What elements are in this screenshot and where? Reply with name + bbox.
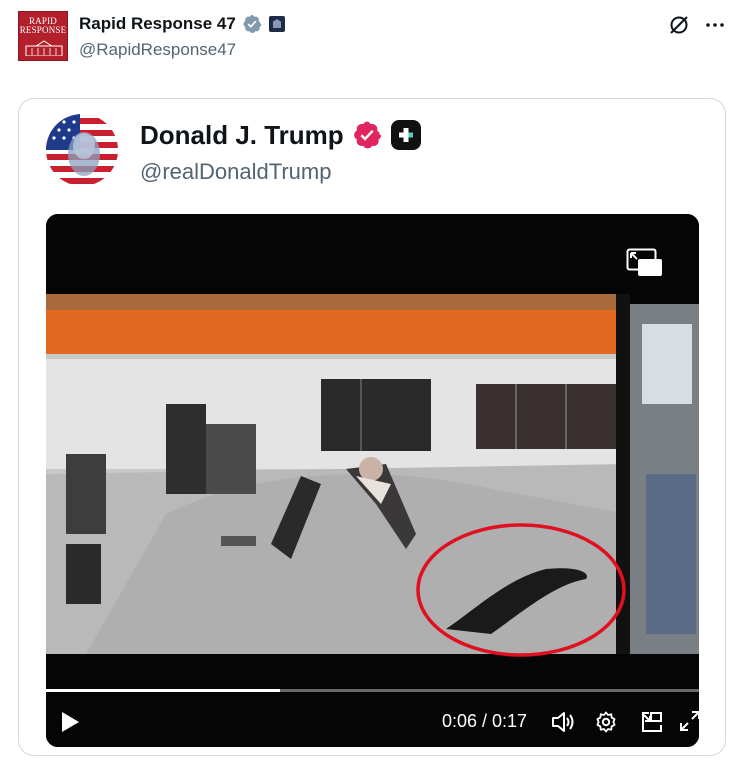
quoted-author-handle[interactable]: @realDonaldTrump bbox=[140, 159, 331, 185]
picture-in-picture-icon[interactable] bbox=[626, 248, 664, 283]
author-name[interactable]: Rapid Response 47 bbox=[79, 14, 236, 34]
author-handle[interactable]: @RapidResponse47 bbox=[79, 40, 236, 60]
video-player[interactable]: 0:06 / 0:17 bbox=[46, 214, 699, 747]
white-house-logo-icon bbox=[25, 40, 63, 56]
government-badge-icon bbox=[268, 16, 285, 32]
truth-social-badge-icon bbox=[390, 120, 421, 150]
quoted-author-row: Donald J. Trump bbox=[140, 119, 422, 151]
author-avatar[interactable]: RAPID RESPONSE bbox=[18, 11, 68, 61]
video-progress-bar[interactable] bbox=[46, 689, 699, 693]
minimize-player-icon[interactable] bbox=[640, 710, 664, 739]
post-container: RAPID RESPONSE Rapid Response 47 @RapidR… bbox=[0, 0, 743, 777]
quoted-author-avatar[interactable] bbox=[46, 114, 118, 186]
video-controls: 0:06 / 0:17 bbox=[46, 697, 699, 747]
avatar-logo-text: RAPID RESPONSE bbox=[19, 16, 67, 35]
post-actions bbox=[668, 14, 726, 36]
verified-badge-icon bbox=[243, 15, 262, 33]
settings-icon[interactable] bbox=[594, 710, 618, 739]
quoted-post-card[interactable]: Donald J. Trump @realDonaldTrump 0:06 / … bbox=[18, 98, 726, 756]
progress-fill bbox=[46, 689, 280, 692]
more-icon[interactable] bbox=[704, 14, 726, 36]
fullscreen-icon[interactable] bbox=[679, 710, 699, 737]
flag-portrait-icon bbox=[46, 114, 118, 186]
quoted-author-name[interactable]: Donald J. Trump bbox=[140, 120, 344, 151]
time-display: 0:06 / 0:17 bbox=[442, 711, 528, 731]
video-frame bbox=[46, 214, 699, 747]
volume-icon[interactable] bbox=[550, 710, 576, 739]
grok-icon[interactable] bbox=[668, 14, 690, 36]
verified-badge-icon bbox=[353, 121, 381, 149]
author-row: Rapid Response 47 bbox=[79, 14, 286, 34]
play-icon[interactable] bbox=[60, 711, 80, 738]
